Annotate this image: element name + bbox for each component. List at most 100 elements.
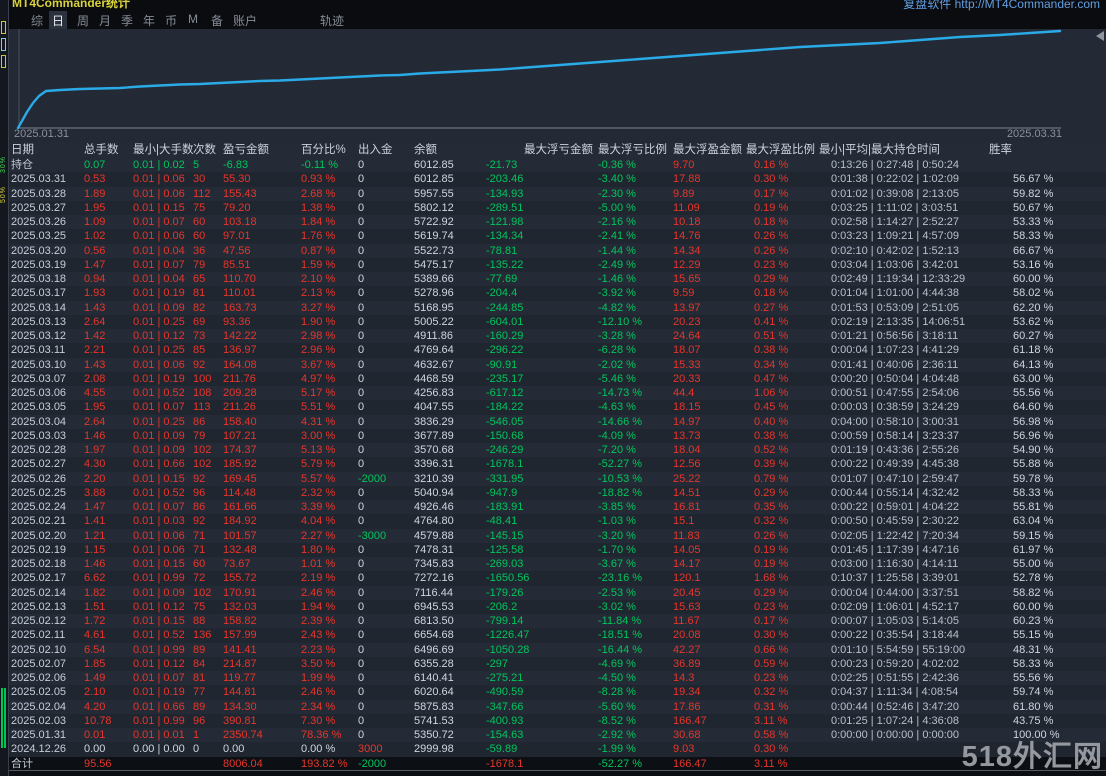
table-row-17[interactable]: 2025.03.05 1.95 0.01 | 0.07 113 211.26 5.51 %… [9,400,1106,415]
table-row-9[interactable]: 2025.03.17 1.93 0.01 | 0.19 81 110.01 2.13 % 0… [9,286,1106,301]
tab-6[interactable]: 币 [162,11,180,29]
tab-9[interactable]: 账户 [230,11,260,29]
cell-12: 0:00:59 | 0:58:14 | 3:23:37 [831,429,960,442]
cell-5: -0.11 % [301,159,339,171]
tab-0[interactable]: 综 [28,11,46,29]
cell-11: 0.18 % [754,287,789,300]
cell-13: 59.82 % [1013,187,1054,200]
table-row-36[interactable]: 2025.02.06 1.49 0.01 | 0.07 81 119.77 1.99 % 0… [9,671,1106,685]
table-row-22[interactable]: 2025.02.26 2.20 0.01 | 0.15 92 169.45 5.57 % -… [9,472,1106,486]
table-row-5[interactable]: 2025.03.25 1.02 0.01 | 0.06 60 97.01 1.76 % 0 5… [9,229,1106,244]
table-row-34[interactable]: 2025.02.10 6.54 0.01 | 0.99 89 141.41 2.23 % 0… [9,643,1106,657]
table-row-0[interactable]: 持仓 0.07 0.01 | 0.02 5 -6.83 -0.11 % 0 6012.85 -2… [9,158,1106,172]
cell-3: 92 [193,358,206,371]
table-row-4[interactable]: 2025.03.26 1.09 0.01 | 0.07 60 103.18 1.84 % 0… [9,215,1106,229]
table-row-29[interactable]: 2025.02.17 6.62 0.01 | 0.99 72 155.72 2.19 % 0… [9,571,1106,586]
cell-3: 72 [193,572,206,585]
cell-5: 3.00 % [301,429,336,442]
table-row-31[interactable]: 2025.02.13 1.51 0.01 | 0.12 75 132.03 1.94 % 0… [9,599,1106,614]
table-row-41[interactable]: 2024.12.26 0.00 0.00 | 0.00 0 0.00 0.00 % 3000… [9,742,1106,757]
table-row-21[interactable]: 2025.02.27 4.30 0.01 | 0.66 102 185.92 5.79 %… [9,457,1106,472]
cell-2: 0.01 | 0.66 [133,458,185,471]
table-row-19[interactable]: 2025.03.03 1.46 0.01 | 0.09 79 107.21 3.00 % 0… [9,428,1106,443]
cell-5: 2.96 % [301,344,336,357]
tab-8[interactable]: 备 [208,11,226,29]
cell-8: -154.63 [486,729,524,741]
cell-6: 0 [358,173,365,186]
cell-0: 2025.02.20 [11,529,67,542]
cell-0: 2025.02.10 [11,643,67,656]
cell-3: 65 [193,273,206,285]
table-row-37[interactable]: 2025.02.05 2.10 0.01 | 0.19 77 144.81 2.46 % 0… [9,685,1106,700]
cell-12: 0:10:37 | 1:25:58 | 3:39:01 [831,572,960,585]
cell-13: 59.74 % [1013,686,1054,699]
table-row-14[interactable]: 2025.03.10 1.43 0.01 | 0.06 92 164.08 3.67 % 0… [9,358,1106,372]
cell-5: 2.68 % [301,187,336,200]
tab-4[interactable]: 季 [118,11,136,29]
cell-7: 4911.86 [414,330,453,342]
cell-0: 2025.02.25 [11,486,67,499]
table-row-20[interactable]: 2025.02.28 1.97 0.01 | 0.09 102 174.37 5.13 %… [9,443,1106,457]
table-row-10[interactable]: 2025.03.14 1.43 0.01 | 0.09 82 163.73 3.27 % 0… [9,301,1106,315]
cell-11: 0.29 % [754,486,789,499]
table-row-18[interactable]: 2025.03.04 2.64 0.01 | 0.25 86 158.40 4.31 % 0… [9,415,1106,429]
cell-8: -78.81 [486,244,518,257]
table-row-11[interactable]: 2025.03.13 2.64 0.01 | 0.25 69 93.36 1.90 % 0 5… [9,314,1106,329]
table-row-28[interactable]: 2025.02.18 1.46 0.01 | 0.15 60 73.67 1.01 % 0 7… [9,557,1106,571]
tab-1-active[interactable]: 日 [49,11,68,29]
table-row-24[interactable]: 2025.02.24 1.47 0.01 | 0.07 86 161.66 3.39 % 0… [9,500,1106,514]
cell-13: 58.02 % [1013,287,1054,300]
table-row-8[interactable]: 2025.03.18 0.94 0.01 | 0.04 65 110.70 2.10 % 0… [9,272,1106,286]
table-row-30[interactable]: 2025.02.14 1.82 0.01 | 0.09 102 170.91 2.46 %… [9,586,1106,600]
cell-6: 0 [358,344,365,357]
cell-5: 5.79 % [301,458,336,471]
cell-7: 3210.39 [414,472,454,485]
table-row-25[interactable]: 2025.02.21 1.41 0.01 | 0.03 92 184.92 4.04 % 0… [9,514,1106,529]
cell-3: 82 [193,301,206,314]
table-row-16[interactable]: 2025.03.06 4.55 0.01 | 0.52 108 209.28 5.17 %… [9,386,1106,400]
table-row-26[interactable]: 2025.02.20 1.21 0.01 | 0.06 71 101.57 2.27 % -… [9,529,1106,543]
cell-4: 142.22 [223,330,257,342]
cell-12: 0:03:00 | 1:16:30 | 4:14:11 [831,558,959,570]
table-row-32[interactable]: 2025.02.12 1.72 0.01 | 0.15 88 158.82 2.39 % 0… [9,614,1106,628]
tab-10[interactable]: 轨迹 [317,11,347,29]
cell-10: 11.83 [673,529,700,542]
table-row-40[interactable]: 2025.01.31 0.01 0.01 | 0.01 1 2350.74 78.36 %… [9,728,1106,742]
table-row-12[interactable]: 2025.03.12 1.42 0.01 | 0.12 73 142.22 2.98 % 0… [9,329,1106,343]
table-row-7[interactable]: 2025.03.19 1.47 0.01 | 0.07 79 85.51 1.59 % 0 5… [9,257,1106,272]
table-row-33[interactable]: 2025.02.11 4.61 0.01 | 0.52 136 157.99 2.43 %… [9,628,1106,643]
cell-9: -3.02 % [598,600,636,613]
cell-3: 77 [193,686,206,699]
cell-8: -617.12 [486,387,524,399]
cell-12: 0:01:38 | 0:22:02 | 1:02:09 [831,173,960,186]
cell-4: 107.21 [223,429,257,442]
tab-5[interactable]: 年 [140,11,158,29]
cell-7: 4632.67 [414,358,454,371]
table-row-35[interactable]: 2025.02.07 1.85 0.01 | 0.12 84 214.87 3.50 % 0… [9,656,1106,671]
table-row-27[interactable]: 2025.02.19 1.15 0.01 | 0.06 71 132.48 1.80 % 0… [9,542,1106,557]
cell-7: 3396.31 [414,458,454,471]
table-row-13[interactable]: 2025.03.11 2.21 0.01 | 0.25 85 136.97 2.96 % 0… [9,343,1106,358]
table-row-1[interactable]: 2025.03.31 0.53 0.01 | 0.06 30 55.30 0.93 % 0 6… [9,172,1106,187]
table-row-6[interactable]: 2025.03.20 0.56 0.01 | 0.04 36 47.56 0.87 % 0 5… [9,244,1106,258]
cell-1: 1.93 [84,287,106,300]
cell-3: 102 [193,444,212,456]
cell-3: 60 [193,558,206,570]
tab-7[interactable]: M [185,11,201,27]
cell-2: 0.01 | 0.99 [133,572,185,585]
tab-2[interactable]: 周 [74,11,92,29]
scroll-left-arrow-icon[interactable] [1096,31,1104,41]
table-row-38[interactable]: 2025.02.04 4.20 0.01 | 0.66 89 134.30 2.34 % 0… [9,700,1106,714]
cell-4: 161.66 [223,501,257,513]
cell-3: 89 [193,643,206,656]
cell-13: 43.75 % [1013,714,1054,727]
table-row-39[interactable]: 2025.02.03 10.78 0.01 | 0.99 96 390.81 7.30 %… [9,713,1106,728]
table-row-2[interactable]: 2025.03.28 1.89 0.01 | 0.06 112 155.43 2.68 %… [9,187,1106,201]
cell-6: 0 [358,273,365,285]
tab-3[interactable]: 月 [96,11,114,29]
table-row-3[interactable]: 2025.03.27 1.95 0.01 | 0.15 75 79.20 1.38 % 0 5… [9,200,1106,215]
table-row-15[interactable]: 2025.03.07 2.08 0.01 | 0.19 100 211.76 4.97 %… [9,371,1106,386]
cell-2: 0.01 | 0.52 [133,486,185,499]
table-row-23[interactable]: 2025.02.25 3.88 0.01 | 0.52 96 114.48 2.32 % 0… [9,485,1106,500]
cell-6: 0 [358,387,365,399]
